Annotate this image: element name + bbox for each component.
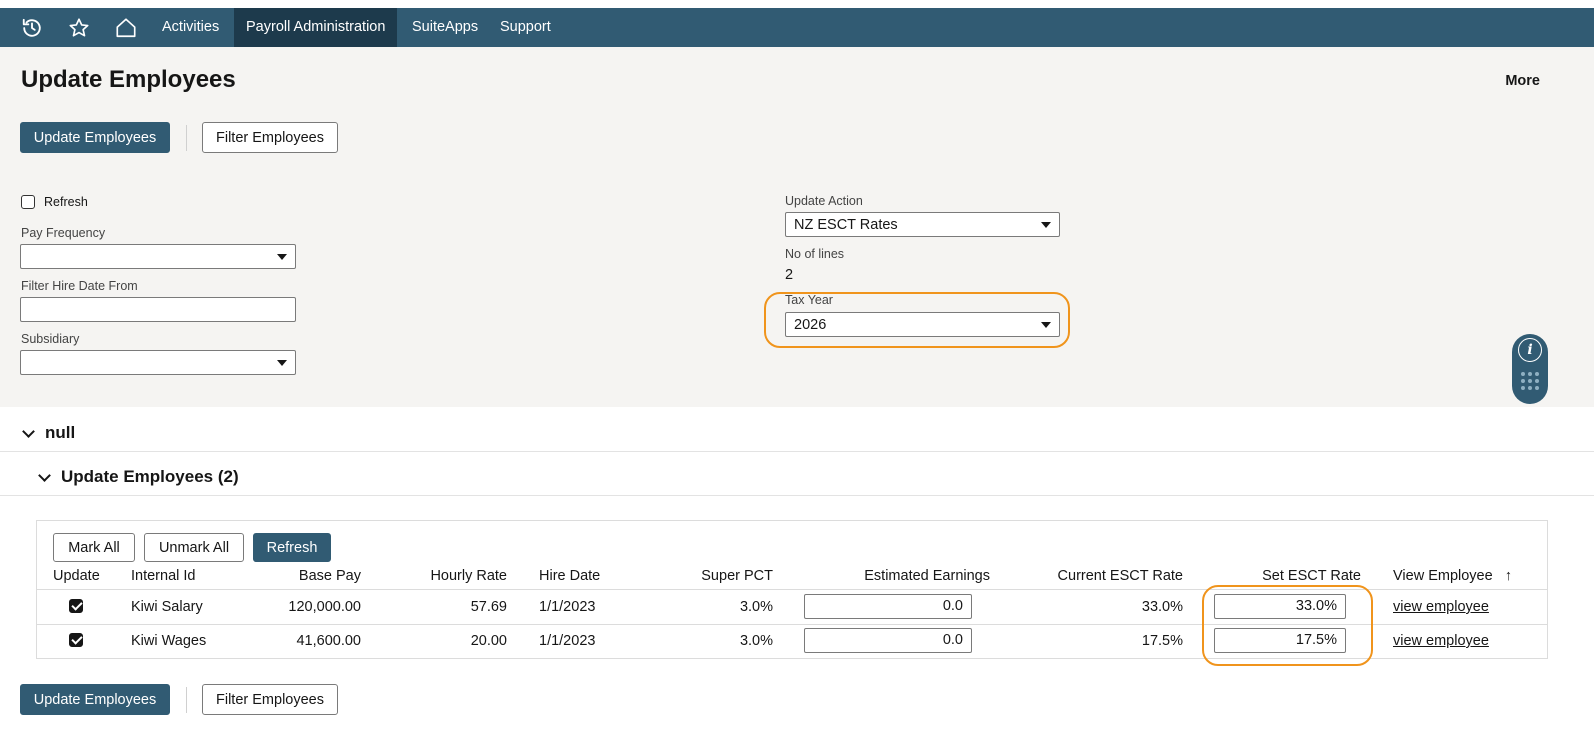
row-2-set-esct-rate-input[interactable]: 17.5%: [1214, 628, 1346, 653]
update-employees-button-top[interactable]: Update Employees: [20, 122, 170, 153]
row-2-super-pct: 3.0%: [739, 633, 773, 649]
col-header-internal-id[interactable]: Internal Id: [131, 568, 196, 584]
hire-date-from-input[interactable]: [20, 297, 296, 322]
col-header-current-esct-rate[interactable]: Current ESCT Rate: [1033, 568, 1183, 584]
filter-employees-button-bottom[interactable]: Filter Employees: [202, 684, 338, 715]
update-employees-button-bottom[interactable]: Update Employees: [20, 684, 170, 715]
history-icon[interactable]: [12, 8, 52, 47]
no-of-lines-value: 2: [785, 267, 794, 283]
grip-icon[interactable]: [1521, 372, 1539, 390]
row-1-current-esct-rate: 33.0%: [1141, 599, 1183, 615]
row-1-super-pct: 3.0%: [739, 599, 773, 615]
filter-employees-button-top[interactable]: Filter Employees: [202, 122, 338, 153]
update-action-label: Update Action: [785, 194, 863, 208]
row-2-update-checkbox[interactable]: [69, 633, 83, 647]
row-2-estimated-earnings-input[interactable]: 0.0: [804, 628, 972, 653]
mark-all-button[interactable]: Mark All: [53, 533, 135, 562]
info-icon[interactable]: i: [1518, 338, 1542, 362]
section-update-employees-header[interactable]: Update Employees (2): [38, 467, 239, 487]
row-2-hire-date: 1/1/2023: [539, 633, 596, 649]
chevron-down-icon: [38, 468, 51, 482]
subsidiary-label: Subsidiary: [21, 332, 80, 346]
sort-ascending-icon: ↑: [1504, 568, 1512, 584]
chevron-down-icon: [277, 359, 287, 366]
chevron-down-icon: [22, 424, 35, 438]
no-of-lines-label: No of lines: [785, 247, 845, 261]
pay-frequency-label: Pay Frequency: [21, 226, 106, 240]
section-update-employees-title: Update Employees (2): [61, 467, 239, 486]
chevron-down-icon: [1041, 221, 1051, 228]
row-2-current-esct-rate: 17.5%: [1141, 633, 1183, 649]
col-header-estimated-earnings[interactable]: Estimated Earnings: [840, 568, 990, 584]
row-1-base-pay: 120,000.00: [288, 599, 361, 615]
nav-suiteapps[interactable]: SuiteApps: [400, 8, 490, 47]
nav-payroll-administration[interactable]: Payroll Administration: [234, 8, 398, 47]
row-divider: [37, 624, 1547, 625]
unmark-all-button[interactable]: Unmark All: [144, 533, 244, 562]
button-separator: [186, 125, 187, 151]
col-header-view-employee[interactable]: View Employee ↑: [1393, 568, 1512, 584]
col-header-hire-date[interactable]: Hire Date: [539, 568, 600, 584]
row-1-internal-id: Kiwi Salary: [131, 599, 203, 615]
refresh-label: Refresh: [44, 195, 88, 209]
chevron-down-icon: [277, 253, 287, 260]
col-header-base-pay[interactable]: Base Pay: [261, 568, 361, 584]
hire-date-from-label: Filter Hire Date From: [21, 279, 138, 293]
subsidiary-select[interactable]: [20, 350, 296, 375]
col-header-view-employee-label: View Employee: [1393, 568, 1493, 584]
col-header-hourly-rate[interactable]: Hourly Rate: [407, 568, 507, 584]
tax-year-value: 2026: [794, 316, 827, 333]
row-1-view-employee-link[interactable]: view employee: [1393, 599, 1489, 615]
button-separator: [186, 687, 187, 713]
tax-year-label: Tax Year: [785, 293, 833, 307]
update-action-select[interactable]: NZ ESCT Rates: [785, 212, 1060, 237]
chevron-down-icon: [1041, 321, 1051, 328]
more-button[interactable]: More: [1505, 73, 1540, 89]
section-divider: [0, 495, 1594, 496]
top-strip: [0, 0, 1594, 8]
refresh-checkbox[interactable]: [21, 195, 35, 209]
pay-frequency-select[interactable]: [20, 244, 296, 269]
col-header-set-esct-rate[interactable]: Set ESCT Rate: [1211, 568, 1361, 584]
section-null-title: null: [45, 423, 76, 442]
row-2-view-employee-link[interactable]: view employee: [1393, 633, 1489, 649]
row-1-estimated-earnings-input[interactable]: 0.0: [804, 594, 972, 619]
help-side-widget[interactable]: i: [1512, 334, 1548, 404]
page-title: Update Employees: [21, 66, 236, 93]
col-header-update[interactable]: Update: [53, 568, 100, 584]
row-1-update-checkbox[interactable]: [69, 599, 83, 613]
row-1-hire-date: 1/1/2023: [539, 599, 596, 615]
refresh-button[interactable]: Refresh: [253, 533, 331, 562]
home-icon[interactable]: [106, 8, 146, 47]
section-null-header[interactable]: null: [22, 423, 76, 443]
star-icon[interactable]: [59, 8, 99, 47]
row-1-set-esct-rate-input[interactable]: 33.0%: [1214, 594, 1346, 619]
nav-support[interactable]: Support: [488, 8, 563, 47]
tax-year-select[interactable]: 2026: [785, 312, 1060, 337]
row-2-base-pay: 41,600.00: [296, 633, 361, 649]
col-header-super-pct[interactable]: Super PCT: [673, 568, 773, 584]
row-divider: [37, 589, 1547, 590]
section-divider: [0, 451, 1594, 452]
row-2-internal-id: Kiwi Wages: [131, 633, 207, 649]
row-1-hourly-rate: 57.69: [470, 599, 507, 615]
row-2-hourly-rate: 20.00: [470, 633, 507, 649]
nav-activities[interactable]: Activities: [150, 8, 231, 47]
top-navbar: Activities Payroll Administration SuiteA…: [0, 8, 1594, 47]
update-action-value: NZ ESCT Rates: [794, 216, 898, 233]
